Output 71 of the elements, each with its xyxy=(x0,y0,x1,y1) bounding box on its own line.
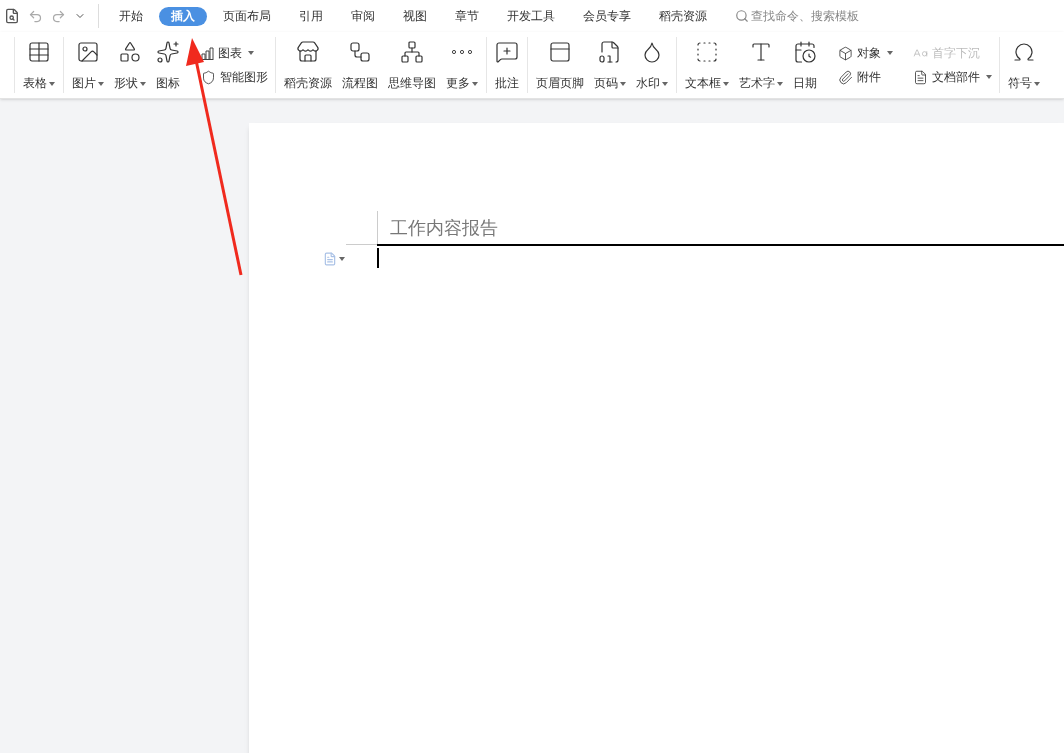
document-heading: 工作内容报告 xyxy=(390,216,498,240)
document-icon[interactable] xyxy=(323,252,337,266)
more-icon xyxy=(452,50,472,54)
document-icon xyxy=(913,69,928,85)
caret-icon xyxy=(723,81,729,86)
redo-icon[interactable] xyxy=(51,8,66,24)
ribbon-button[interactable]: 艺术字 xyxy=(734,40,788,90)
ribbon-button[interactable]: 符号 xyxy=(1003,40,1045,90)
storefront-icon xyxy=(296,40,320,64)
ribbon-button[interactable]: 文本框 xyxy=(680,40,734,90)
text-cursor xyxy=(377,248,379,268)
menu-tab[interactable]: 引用 xyxy=(287,6,335,26)
ribbon-button[interactable]: 思维导图 xyxy=(383,40,441,90)
flowchart-icon xyxy=(348,40,372,64)
text-box-icon xyxy=(695,40,719,64)
ribbon-button[interactable]: 图标 xyxy=(151,40,185,90)
ribbon-button[interactable]: 水印 xyxy=(631,40,673,90)
stars-icon xyxy=(156,40,180,64)
ribbon-button[interactable]: 页码 xyxy=(589,40,631,90)
bar-chart-icon xyxy=(201,46,214,60)
caret-icon xyxy=(98,81,104,86)
menu-tab[interactable]: 稻壳资源 xyxy=(647,6,719,26)
table-icon xyxy=(27,40,51,64)
ribbon-button[interactable]: 图片 xyxy=(67,40,109,90)
page-number-icon xyxy=(598,40,622,64)
undo-icon[interactable] xyxy=(28,8,43,24)
menu-tab[interactable]: 开始 xyxy=(107,6,155,26)
caret-icon xyxy=(472,81,478,86)
ribbon-small-button[interactable]: 附件 xyxy=(838,69,893,85)
caret-icon xyxy=(248,51,254,55)
caret-icon xyxy=(49,81,55,86)
caret-icon xyxy=(662,81,668,86)
comment-icon xyxy=(495,40,519,64)
print-preview-icon[interactable] xyxy=(4,8,20,24)
mind-map-icon xyxy=(400,40,424,64)
paperclip-icon xyxy=(838,69,853,85)
shapes-icon xyxy=(118,40,142,64)
letter-icon xyxy=(749,40,773,64)
calendar-icon xyxy=(793,40,817,64)
menu-tab[interactable]: 视图 xyxy=(391,6,439,26)
menu-tab[interactable]: 章节 xyxy=(443,6,491,26)
caret-icon xyxy=(986,75,992,79)
ribbon-button[interactable]: 日期 xyxy=(788,40,822,90)
header-icon xyxy=(548,40,572,64)
caret-icon xyxy=(140,81,146,86)
cube-icon xyxy=(838,45,853,61)
menu-tab[interactable]: 页面布局 xyxy=(211,6,283,26)
picture-icon xyxy=(76,40,100,64)
ribbon-button[interactable]: 批注 xyxy=(490,40,524,90)
caret-icon xyxy=(339,257,345,261)
menu-tab[interactable]: 开发工具 xyxy=(495,6,567,26)
ribbon-button[interactable]: 更多 xyxy=(441,40,483,90)
omega-icon xyxy=(1012,40,1036,64)
menu-tab[interactable]: 会员专享 xyxy=(571,6,643,26)
ribbon-button[interactable]: 流程图 xyxy=(337,40,383,90)
search-field[interactable]: 查找命令、搜索模板 xyxy=(735,7,891,25)
ribbon-button[interactable]: 页眉页脚 xyxy=(531,40,589,90)
caret-icon xyxy=(887,51,893,55)
smart-shape-icon xyxy=(201,69,216,85)
ribbon-small-button[interactable]: 文档部件 xyxy=(913,69,992,85)
caret-icon xyxy=(620,81,626,86)
ribbon-small-button[interactable]: 图表 xyxy=(201,45,268,61)
ribbon-small-button[interactable]: 智能图形 xyxy=(201,69,268,85)
menu-tab[interactable]: 审阅 xyxy=(339,6,387,26)
ribbon-small-button[interactable]: 对象 xyxy=(838,45,893,61)
caret-icon xyxy=(777,81,783,86)
search-icon xyxy=(735,9,749,23)
ribbon-button[interactable]: 稻壳资源 xyxy=(279,40,337,90)
caret-icon xyxy=(1034,81,1040,86)
ribbon-button[interactable]: 形状 xyxy=(109,40,151,90)
ribbon-button[interactable]: 表格 xyxy=(18,40,60,90)
